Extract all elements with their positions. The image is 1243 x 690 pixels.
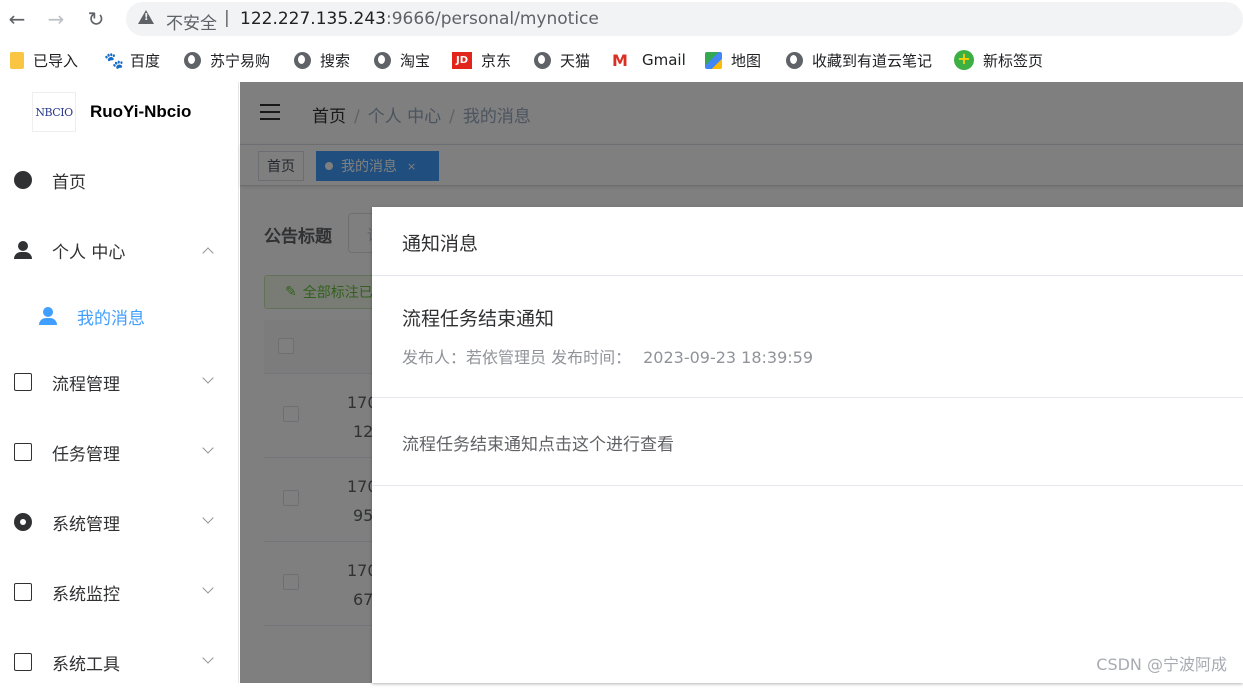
app-brand[interactable]: RuoYi-Nbcio: [90, 102, 191, 122]
notice-title: 流程任务结束通知: [402, 308, 555, 330]
globe-icon: [294, 51, 311, 69]
user-icon: [39, 307, 57, 325]
bookmark-gmail[interactable]: M Gmail: [612, 49, 686, 71]
sidebar-item-label: 任务管理: [52, 444, 120, 465]
bookmark-label: 淘宝: [400, 51, 431, 70]
sidebar-item-label: 流程管理: [52, 374, 120, 395]
divider: [372, 485, 1243, 486]
bookmark-maps[interactable]: 地图: [705, 49, 761, 71]
sidebar-item-label: 系统工具: [52, 654, 120, 675]
sidebar-item-label: 系统管理: [52, 514, 120, 535]
reload-icon[interactable]: ↻: [84, 7, 108, 31]
bookmark-label: 搜索: [320, 51, 351, 70]
chevron-down-icon: [202, 442, 214, 454]
user-icon: [14, 241, 32, 259]
app-logo[interactable]: NBCIO: [32, 92, 76, 132]
bookmark-jd[interactable]: JD 京东: [452, 49, 511, 71]
sidebar-item-personal-center[interactable]: 个人 中心: [0, 222, 238, 278]
bookmark-taobao[interactable]: 淘宝: [374, 49, 430, 71]
bookmark-label: 收藏到有道云笔记: [812, 51, 933, 70]
publisher-label: 发布人：若依管理员 发布时间：: [402, 348, 632, 367]
new-tab-plus-icon: +: [954, 50, 974, 70]
notice-dialog: 通知消息 流程任务结束通知 发布人：若依管理员 发布时间： 2023-09-23 …: [372, 207, 1243, 683]
globe-icon: [534, 51, 551, 69]
globe-icon: [786, 51, 803, 69]
chevron-down-icon: [202, 372, 214, 384]
bookmark-label: 百度: [130, 51, 161, 70]
bookmark-imported[interactable]: 已导入: [10, 49, 78, 71]
globe-icon: [374, 51, 391, 69]
bookmark-label: 苏宁易购: [210, 51, 271, 70]
sidebar-item-label: 个人 中心: [52, 242, 126, 263]
url-host: 122.227.135.243: [240, 9, 387, 29]
sidebar-item-my-messages[interactable]: 我的消息: [0, 288, 238, 344]
sidebar-item-home[interactable]: 首页: [0, 152, 238, 208]
chevron-down-icon: [202, 512, 214, 524]
divider: [372, 275, 1243, 276]
sidebar-item-label: 系统监控: [52, 584, 120, 605]
notice-content: 流程任务结束通知点击这个进行查看: [402, 435, 674, 455]
insecure-label: 不安全: [166, 14, 217, 34]
browser-toolbar: ← → ↻ 不安全 | 122.227.135.243:9666/persona…: [0, 0, 1243, 38]
back-arrow-icon[interactable]: ←: [5, 7, 29, 31]
bookmark-label: 天猫: [560, 51, 591, 70]
bookmark-label: Gmail: [642, 51, 686, 69]
baidu-paw-icon: 🐾: [104, 50, 124, 70]
bookmark-youdao[interactable]: 收藏到有道云笔记: [786, 49, 932, 71]
bookmark-search[interactable]: 搜索: [294, 49, 350, 71]
divider: [372, 397, 1243, 398]
warning-icon: [138, 10, 154, 24]
gear-icon: [14, 513, 32, 531]
process-icon: [14, 373, 32, 391]
sidebar: NBCIO RuoYi-Nbcio 首页 个人 中心 我的消息 流程管理 任务管…: [0, 82, 239, 683]
tool-icon: [14, 653, 32, 671]
sidebar-item-monitor[interactable]: 系统监控: [0, 564, 238, 620]
sidebar-item-system[interactable]: 系统管理: [0, 494, 238, 550]
url-path: :9666/personal/mynotice: [386, 9, 599, 29]
url-divider: |: [224, 8, 230, 28]
bookmark-suning[interactable]: 苏宁易购: [184, 49, 270, 71]
bookmark-tmall[interactable]: 天猫: [534, 49, 590, 71]
bookmark-label: 已导入: [33, 51, 79, 70]
notice-meta: 发布人：若依管理员 发布时间： 2023-09-23 18:39:59: [402, 344, 813, 368]
gmail-icon: M: [612, 50, 628, 70]
chevron-down-icon: [202, 652, 214, 664]
task-icon: [14, 443, 32, 461]
bookmark-newtab[interactable]: + 新标签页: [954, 49, 1043, 71]
chevron-down-icon: [202, 582, 214, 594]
map-icon: [705, 51, 722, 69]
sidebar-item-tools[interactable]: 系统工具: [0, 634, 238, 690]
dialog-title: 通知消息: [402, 233, 479, 255]
dashboard-icon: [14, 171, 32, 189]
bookmarks-bar: 已导入 🐾 百度 苏宁易购 搜索 淘宝 JD 京东 天猫 M Gmail 地图 收藏到…: [0, 40, 1243, 80]
forward-arrow-icon[interactable]: →: [44, 7, 68, 31]
bookmark-label: 京东: [481, 51, 512, 70]
logo-text: NBCIO: [35, 105, 73, 119]
sidebar-item-tasks[interactable]: 任务管理: [0, 424, 238, 480]
publish-time: 2023-09-23 18:39:59: [643, 348, 814, 367]
jd-logo-icon: JD: [452, 51, 472, 69]
url-text[interactable]: 122.227.135.243:9666/personal/mynotice: [240, 9, 599, 29]
monitor-icon: [14, 583, 32, 601]
sidebar-item-label: 首页: [52, 172, 86, 193]
watermark: CSDN @宁波阿成: [1096, 655, 1227, 674]
globe-icon: [184, 51, 201, 69]
chevron-up-icon: [202, 247, 214, 259]
bookmark-baidu[interactable]: 🐾 百度: [104, 49, 160, 71]
sidebar-item-process[interactable]: 流程管理: [0, 354, 238, 410]
address-bar[interactable]: 不安全 | 122.227.135.243:9666/personal/myno…: [126, 2, 1243, 36]
folder-icon: [10, 51, 24, 69]
bookmark-label: 地图: [731, 51, 762, 70]
bookmark-label: 新标签页: [983, 51, 1044, 70]
sidebar-item-label: 我的消息: [77, 308, 145, 329]
